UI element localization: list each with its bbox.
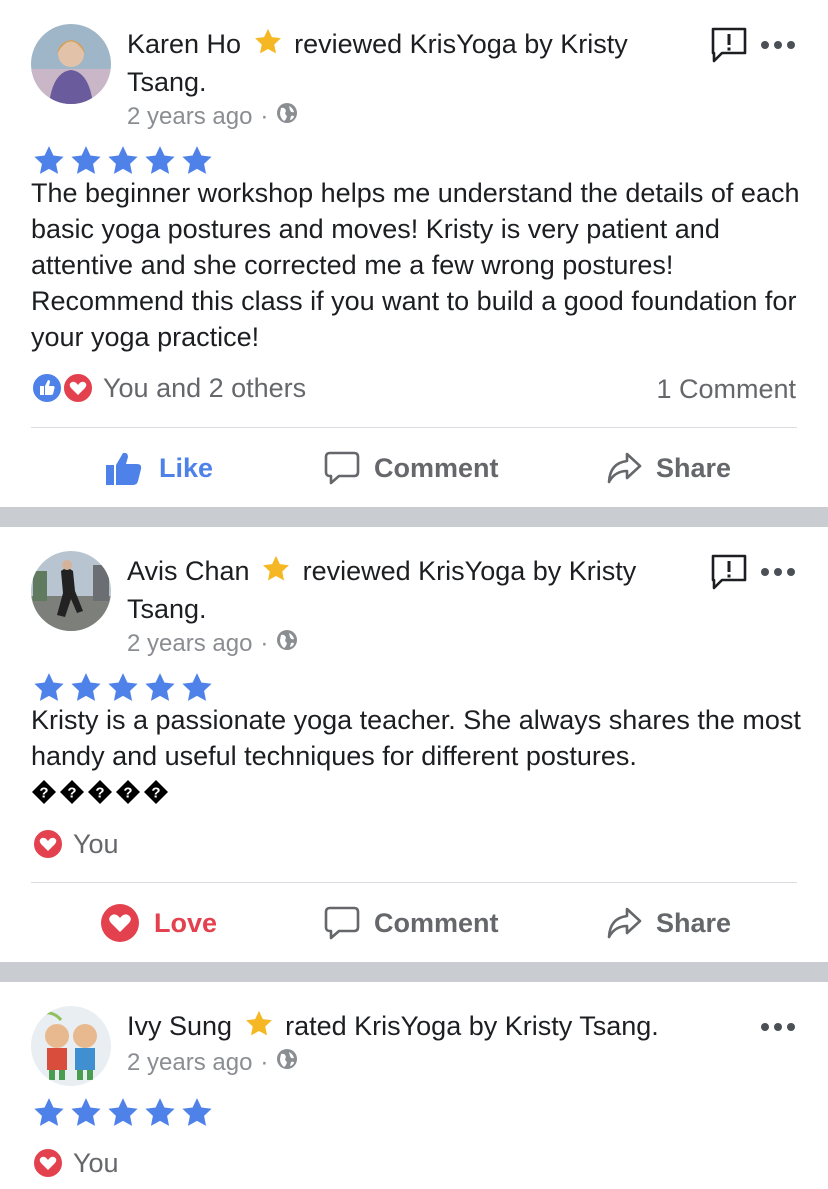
post-meta: 2 years ago · (127, 102, 298, 132)
unknown-glyph-icon: ? (144, 780, 168, 804)
rating-stars (31, 144, 215, 178)
rating-star-icon (71, 146, 101, 174)
reviewer-name[interactable]: Avis Chan (127, 556, 250, 586)
reviewer-name[interactable]: Ivy Sung (127, 1011, 232, 1041)
unknown-glyph-icon: ? (116, 780, 140, 804)
rating-stars (31, 671, 215, 705)
unknown-glyph-icon: ? (88, 780, 112, 804)
reaction-summary[interactable]: You and 2 others (31, 370, 306, 406)
feed-separator (0, 962, 828, 982)
rating-star-icon (34, 1098, 64, 1126)
reaction-summary[interactable]: You (31, 1145, 119, 1181)
glyph-mark: ? (67, 785, 76, 802)
glyph-mark: ? (151, 785, 160, 802)
review-header: Karen Ho reviewed KrisYoga by Kristy Tsa… (127, 27, 687, 99)
comment-icon (324, 451, 360, 485)
avatar[interactable] (31, 1006, 111, 1086)
post-meta: 2 years ago · (127, 629, 298, 659)
share-button[interactable]: Share (606, 901, 731, 945)
comment-label: Comment (374, 452, 499, 483)
divider (31, 882, 797, 883)
rating-star-icon (108, 1098, 138, 1126)
unsupported-emoji-row: ? ? ? ? ? (31, 779, 169, 809)
like-button[interactable]: Like (105, 446, 213, 490)
star-badge-icon (253, 27, 283, 65)
unknown-glyph-icon: ? (60, 780, 84, 804)
rating-star-icon (34, 146, 64, 174)
meta-dot: · (260, 630, 269, 657)
star-badge-icon (261, 554, 291, 592)
glyph-mark: ? (39, 785, 48, 802)
share-icon (607, 907, 642, 939)
rating-star-icon (182, 673, 212, 701)
share-button[interactable]: Share (606, 446, 731, 490)
comment-button[interactable]: Comment (324, 901, 499, 945)
rating-star-icon (108, 146, 138, 174)
more-icon[interactable] (760, 565, 796, 577)
report-icon[interactable] (710, 553, 748, 590)
rating-star-icon (145, 1098, 175, 1126)
globe-icon (276, 629, 298, 659)
like-label: Like (159, 452, 214, 483)
share-label: Share (656, 907, 732, 938)
rating-star-icon (71, 673, 101, 701)
rating-star-icon (145, 673, 175, 701)
reaction-summary[interactable]: You (31, 826, 119, 862)
rating-star-icon (182, 146, 212, 174)
review-card: Avis Chan reviewed KrisYoga by Kristy Ts… (0, 527, 828, 962)
more-icon[interactable] (760, 1020, 796, 1032)
share-label: Share (656, 452, 732, 483)
post-meta: 2 years ago · (127, 1048, 298, 1078)
glyph-mark: ? (123, 785, 132, 802)
timestamp[interactable]: 2 years ago (127, 629, 252, 659)
rating-star-icon (34, 673, 64, 701)
rating-star-icon (182, 1098, 212, 1126)
reviewer-name[interactable]: Karen Ho (127, 29, 241, 59)
avatar[interactable] (31, 24, 111, 104)
review-card: Karen Ho reviewed KrisYoga by Kristy Tsa… (0, 0, 828, 507)
more-icon[interactable] (760, 38, 796, 50)
review-header: Ivy Sung rated KrisYoga by Kristy Tsang. (127, 1009, 727, 1047)
globe-icon (276, 1048, 298, 1078)
timestamp[interactable]: 2 years ago (127, 102, 252, 132)
globe-icon (276, 102, 298, 132)
rating-star-icon (71, 1098, 101, 1126)
heart-icon (32, 1147, 64, 1179)
rating-star-icon (108, 673, 138, 701)
review-text: Kristy is a passionate yoga teacher. She… (31, 705, 801, 771)
reactions-text: You and 2 others (103, 372, 307, 403)
unknown-glyph-icon: ? (32, 780, 56, 804)
glyph-mark: ? (95, 785, 104, 802)
rating-stars (31, 1096, 215, 1130)
share-icon (607, 452, 642, 484)
review-text: The beginner workshop helps me understan… (31, 178, 800, 352)
meta-dot: · (260, 1049, 269, 1076)
comment-count[interactable]: 1 Comment (656, 374, 796, 405)
reactions-text: You (73, 1147, 119, 1178)
comment-icon (324, 906, 360, 940)
reactions-text: You (73, 828, 119, 859)
feed-separator (0, 507, 828, 527)
reaction-icons (31, 372, 94, 404)
love-label: Love (154, 907, 218, 938)
love-button[interactable]: Love (100, 901, 217, 945)
timestamp[interactable]: 2 years ago (127, 1048, 252, 1078)
divider (31, 427, 797, 428)
heart-icon (32, 828, 64, 860)
review-card: Ivy Sung rated KrisYoga by Kristy Tsang.… (0, 982, 828, 1189)
avatar[interactable] (31, 551, 111, 631)
report-icon[interactable] (710, 26, 748, 63)
thumbs-up-icon (106, 452, 142, 485)
star-badge-icon (244, 1009, 274, 1047)
heart-icon (101, 904, 139, 942)
comment-label: Comment (374, 907, 499, 938)
review-action-text: rated KrisYoga by Kristy Tsang. (285, 1011, 659, 1041)
meta-dot: · (260, 103, 269, 130)
review-header: Avis Chan reviewed KrisYoga by Kristy Ts… (127, 554, 687, 626)
comment-button[interactable]: Comment (324, 446, 499, 490)
rating-star-icon (145, 146, 175, 174)
